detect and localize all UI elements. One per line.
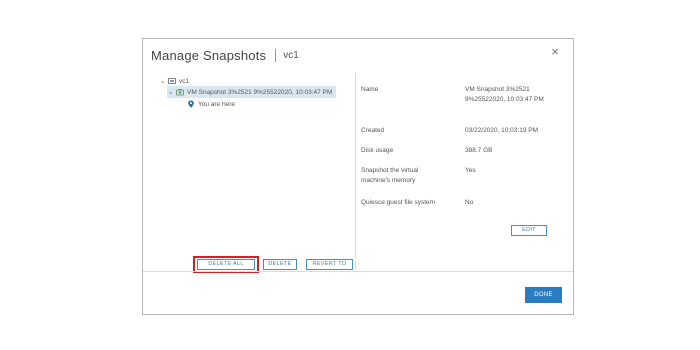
tree-node-vm-label: vc1 [179,77,190,85]
manage-snapshots-dialog: Manage Snapshots vc1 × ⌄ vc1 ⌄ VM Snapsh… [142,38,574,315]
detail-quiesce-value: No [465,199,474,206]
detail-name: Name VM Snapshot 3%2521 9%25522020, 10:0… [361,85,567,117]
detail-quiesce: Quiesce guest file system No [361,198,567,210]
vm-icon [168,78,176,84]
pane-divider [355,73,356,271]
revert-to-button[interactable]: REVERT TO [306,259,353,270]
dialog-header: Manage Snapshots vc1 [151,45,299,65]
detail-memory: Snapshot the virtual machine's memory Ye… [361,166,567,188]
detail-name-value: VM Snapshot 3%2521 9%25522020, 10:03:47 … [465,86,544,103]
delete-button[interactable]: DELETE [263,259,297,270]
detail-quiesce-label: Quiesce guest file system [361,199,436,206]
detail-created-label: Created [361,127,385,134]
detail-name-label: Name [361,86,379,93]
snapshot-details: Name VM Snapshot 3%2521 9%25522020, 10:0… [361,73,567,271]
dialog-subtitle: vc1 [283,49,299,61]
location-pin-icon [188,100,194,108]
snapshot-tree: ⌄ vc1 ⌄ VM Snapshot 3%2521 9%25522020, 1… [153,73,355,273]
detail-created-value: 03/22/2020, 10:03:19 PM [465,127,539,134]
tree-node-snapshot-label: VM Snapshot 3%2521 9%25522020, 10:03:47 … [187,88,333,96]
detail-disk-usage-label: Disk usage [361,147,394,154]
edit-button[interactable]: EDIT [511,225,547,236]
detail-disk-usage: Disk usage 388.7 GB [361,146,567,158]
footer-divider [143,271,573,272]
chevron-down-icon[interactable]: ⌄ [159,78,166,85]
detail-created: Created 03/22/2020, 10:03:19 PM [361,126,567,138]
chevron-down-icon[interactable]: ⌄ [167,89,174,96]
title-separator [275,48,277,62]
detail-memory-label: Snapshot the virtual machine's memory [361,167,419,184]
snapshot-icon [176,89,184,96]
dialog-title: Manage Snapshots [151,47,267,63]
close-icon[interactable]: × [548,45,562,59]
detail-memory-value: Yes [465,167,476,174]
detail-disk-usage-value: 388.7 GB [465,147,493,154]
tree-node-current-label: You are here [198,100,235,108]
done-button[interactable]: DONE [525,287,562,303]
tree-node-snapshot[interactable]: ⌄ VM Snapshot 3%2521 9%25522020, 10:03:4… [167,86,337,98]
tree-node-current-state[interactable]: You are here [187,98,235,110]
delete-all-button[interactable]: DELETE ALL [197,259,255,270]
